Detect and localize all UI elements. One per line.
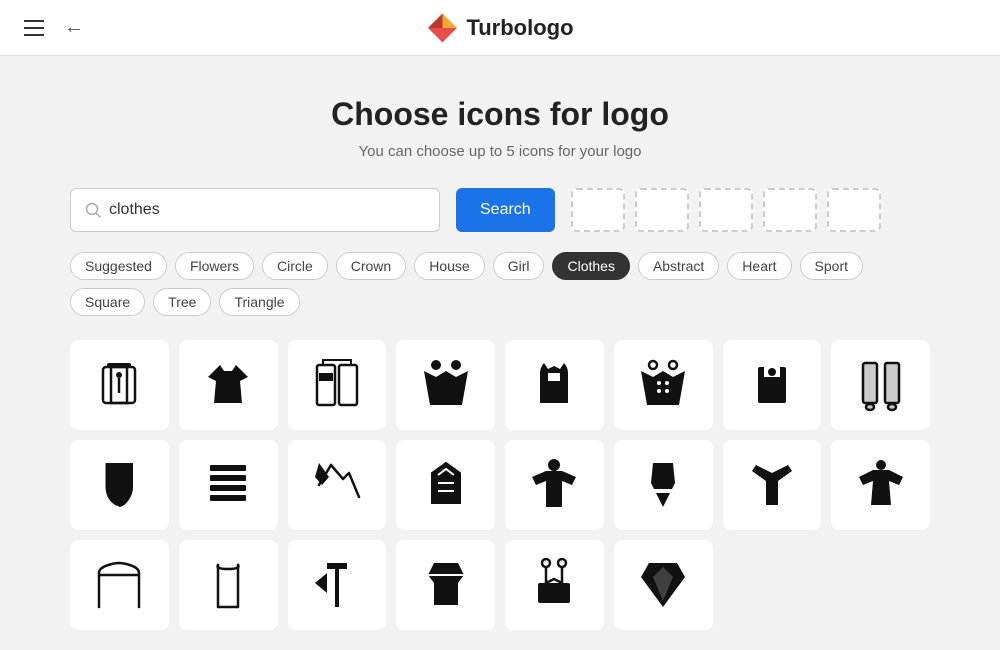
header: ← Turbologo bbox=[0, 0, 1000, 56]
icon-card-19[interactable] bbox=[288, 540, 387, 630]
tags-container: Suggested Flowers Circle Crown House GirlClot… bbox=[70, 252, 930, 316]
icons-grid bbox=[70, 340, 930, 630]
logo-icon bbox=[426, 12, 458, 44]
logo: Turbologo bbox=[426, 12, 573, 44]
icon-card-17[interactable] bbox=[70, 540, 169, 630]
tag-tree[interactable]: Tree bbox=[153, 288, 211, 316]
logo-text: Turbologo bbox=[466, 15, 573, 41]
search-icon bbox=[85, 202, 101, 218]
icon-card-2[interactable] bbox=[179, 340, 278, 430]
icon-card-13[interactable] bbox=[505, 440, 604, 530]
tag-abstract[interactable]: Abstract bbox=[638, 252, 719, 280]
search-button[interactable]: Search bbox=[456, 188, 555, 232]
tag-heart[interactable]: Heart bbox=[727, 252, 791, 280]
icon-card-6[interactable] bbox=[614, 340, 713, 430]
icon-card-1[interactable] bbox=[70, 340, 169, 430]
icon-card-4[interactable] bbox=[396, 340, 495, 430]
icon-card-12[interactable] bbox=[396, 440, 495, 530]
icon-slot-1[interactable] bbox=[571, 188, 625, 232]
tag-crown[interactable]: Crown bbox=[336, 252, 406, 280]
icon-slot-4[interactable] bbox=[763, 188, 817, 232]
tag-square[interactable]: Square bbox=[70, 288, 145, 316]
icon-card-5[interactable] bbox=[505, 340, 604, 430]
back-button[interactable]: ← bbox=[56, 8, 92, 47]
icon-card-3[interactable] bbox=[288, 340, 387, 430]
icon-card-20[interactable] bbox=[396, 540, 495, 630]
tag-girl[interactable]: Girl bbox=[493, 252, 545, 280]
menu-button[interactable] bbox=[16, 12, 52, 44]
tag-sport[interactable]: Sport bbox=[800, 252, 863, 280]
icon-card-11[interactable] bbox=[288, 440, 387, 530]
icon-slots bbox=[571, 188, 881, 232]
tag-clothes[interactable]: Clothes bbox=[552, 252, 629, 280]
page-title: Choose icons for logo bbox=[70, 96, 930, 133]
tag-triangle[interactable]: Triangle bbox=[219, 288, 299, 316]
icon-slot-2[interactable] bbox=[635, 188, 689, 232]
icon-card-22[interactable] bbox=[614, 540, 713, 630]
icon-slot-5[interactable] bbox=[827, 188, 881, 232]
main-content: Choose icons for logo You can choose up … bbox=[50, 56, 950, 650]
icon-card-15[interactable] bbox=[723, 440, 822, 530]
icon-card-8[interactable] bbox=[831, 340, 930, 430]
icon-card-18[interactable] bbox=[179, 540, 278, 630]
page-subtitle: You can choose up to 5 icons for your lo… bbox=[70, 143, 930, 160]
icon-card-21[interactable] bbox=[505, 540, 604, 630]
tag-circle[interactable]: Circle bbox=[262, 252, 328, 280]
icon-card-9[interactable] bbox=[70, 440, 169, 530]
icon-card-16[interactable] bbox=[831, 440, 930, 530]
icon-card-14[interactable] bbox=[614, 440, 713, 530]
icon-card-7[interactable] bbox=[723, 340, 822, 430]
search-area: Search bbox=[70, 188, 930, 232]
icon-card-10[interactable] bbox=[179, 440, 278, 530]
icon-slot-3[interactable] bbox=[699, 188, 753, 232]
tag-flowers[interactable]: Flowers bbox=[175, 252, 254, 280]
tag-house[interactable]: House bbox=[414, 252, 484, 280]
search-input[interactable] bbox=[109, 201, 425, 219]
search-box bbox=[70, 188, 440, 232]
tag-suggested[interactable]: Suggested bbox=[70, 252, 167, 280]
